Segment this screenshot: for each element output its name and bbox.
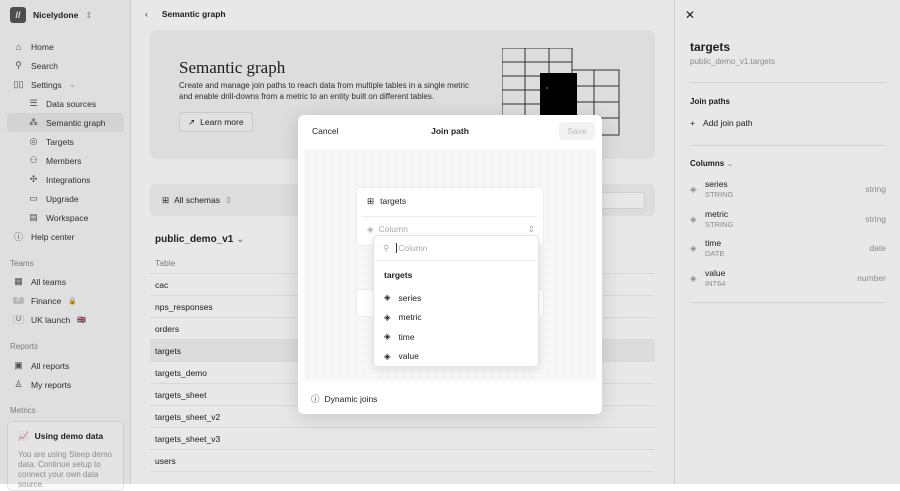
search-placeholder: Column xyxy=(398,242,428,253)
option-label: metric xyxy=(398,312,422,323)
column-search-input[interactable]: ⚲ Column xyxy=(374,236,538,261)
option-label: time xyxy=(398,331,415,342)
column-dropdown: ⚲ Column targets ◈ series ◈ metric ◈ time ◈ v… xyxy=(373,235,539,367)
modal-title: Join path xyxy=(431,126,469,136)
column-placeholder: Column xyxy=(378,224,408,234)
column-select[interactable]: ◈ Column xyxy=(367,224,408,235)
option-group-label: targets xyxy=(384,270,413,280)
dynamic-joins-link[interactable]: ⓘ Dynamic joins xyxy=(311,393,377,405)
save-button[interactable]: Save xyxy=(559,122,595,140)
string-icon: ◈ xyxy=(384,311,391,322)
option-label: value xyxy=(398,351,419,362)
string-icon: ◈ xyxy=(384,292,391,303)
divider xyxy=(362,216,538,217)
table-icon: ⊞ xyxy=(367,196,375,206)
chevron-updown-icon: ⇕ xyxy=(527,224,535,234)
option-label: series xyxy=(398,292,422,303)
help-icon: ⓘ xyxy=(311,394,320,404)
number-icon: ◈ xyxy=(384,350,391,361)
date-icon: ◈ xyxy=(384,331,391,342)
link-label: Dynamic joins xyxy=(324,394,378,404)
option-time[interactable]: ◈ time xyxy=(374,327,538,347)
option-metric[interactable]: ◈ metric xyxy=(374,308,538,328)
search-icon: ⚲ xyxy=(383,242,390,253)
option-value[interactable]: ◈ value xyxy=(374,347,538,367)
column-icon: ◈ xyxy=(367,224,374,234)
option-series[interactable]: ◈ series xyxy=(374,288,538,308)
node-table-name: targets xyxy=(380,196,407,206)
